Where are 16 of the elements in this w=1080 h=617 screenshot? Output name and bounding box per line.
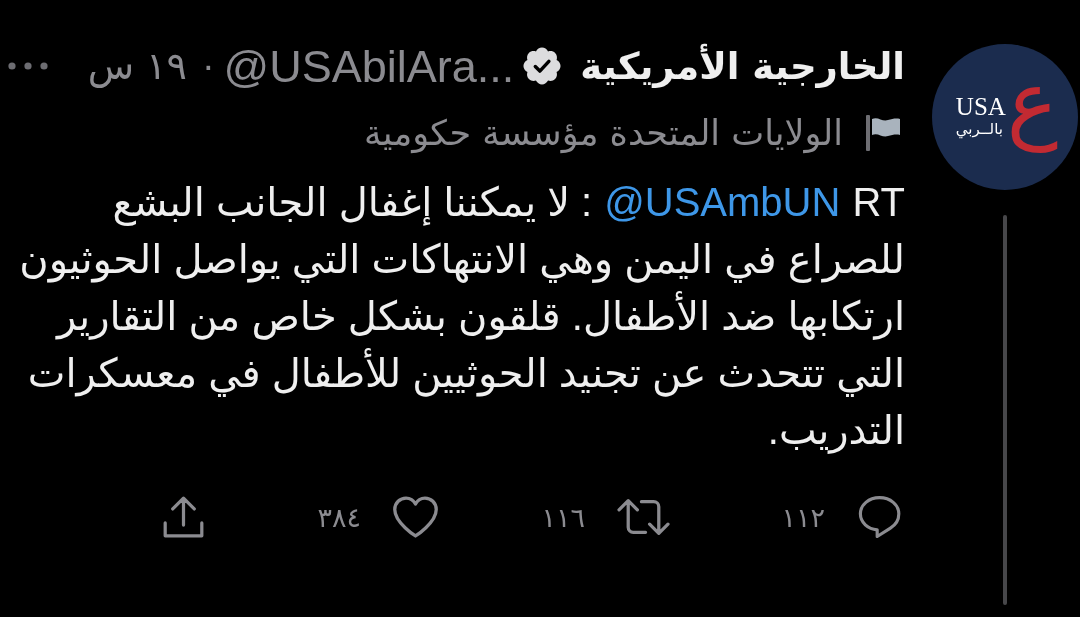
mention-link[interactable]: @USAmbUN xyxy=(604,180,841,224)
logo-letter: ع xyxy=(1006,59,1059,155)
logo-tagline: بالــربي xyxy=(955,120,1003,140)
more-icon[interactable] xyxy=(8,62,48,70)
reply-button[interactable]: ١١٢ xyxy=(781,494,902,540)
like-button[interactable]: ٣٨٤ xyxy=(317,494,438,540)
share-icon xyxy=(161,496,206,538)
retweet-button[interactable]: ١١٦ xyxy=(541,494,670,540)
share-button[interactable] xyxy=(161,494,206,540)
separator-dot: · xyxy=(201,47,215,85)
flag-icon xyxy=(866,115,900,151)
heart-icon xyxy=(393,496,438,538)
repost-arrows-icon xyxy=(617,498,670,536)
logo-wordmark: USA xyxy=(955,94,1006,121)
speech-bubble-icon xyxy=(857,496,902,538)
account-handle[interactable]: @USAbilAra... xyxy=(223,43,515,89)
